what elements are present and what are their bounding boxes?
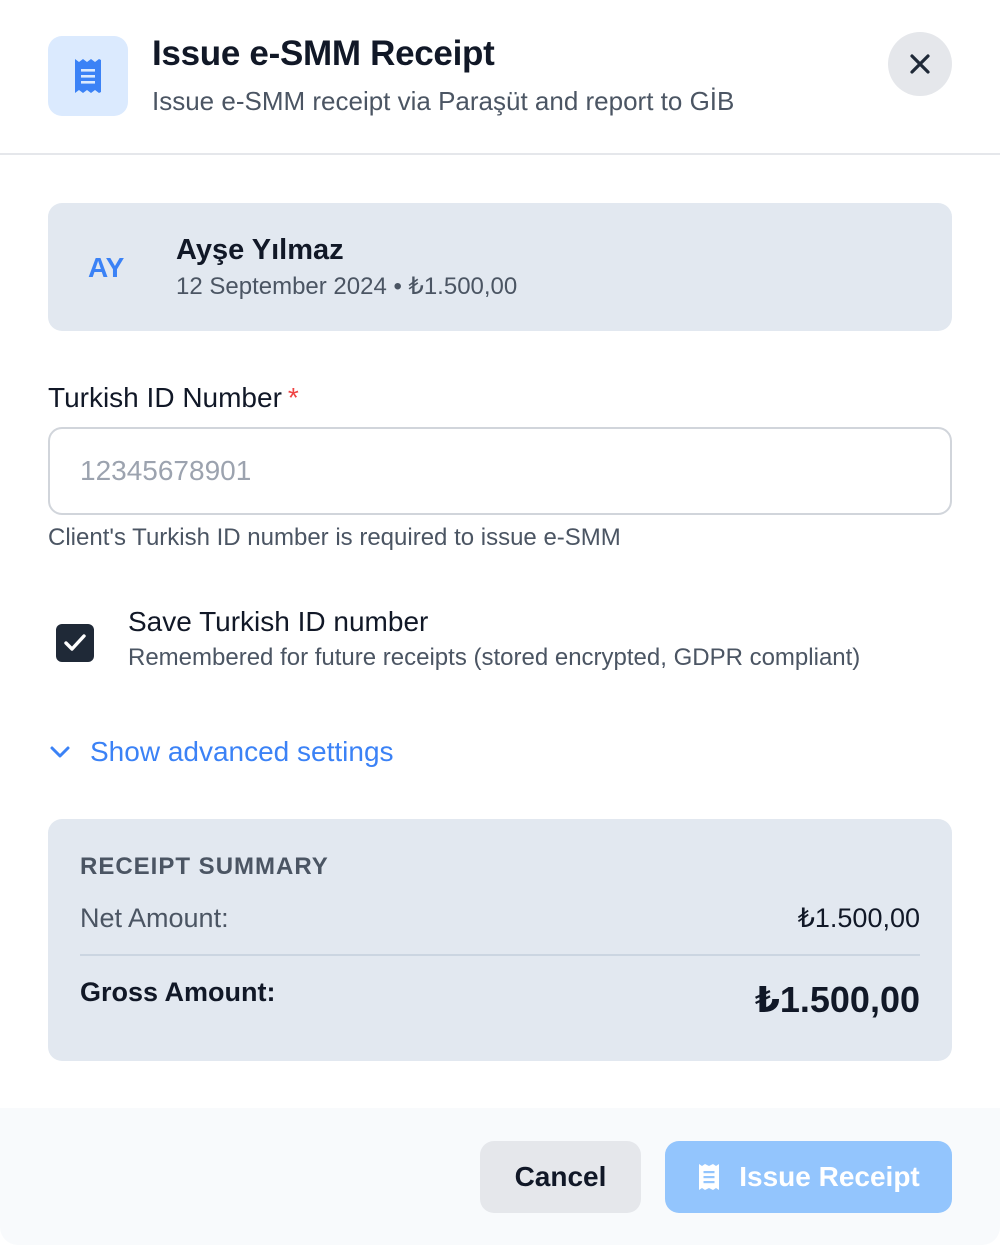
issue-receipt-label: Issue Receipt	[739, 1161, 920, 1192]
issue-receipt-dialog: Issue e-SMM Receipt Issue e-SMM receipt …	[0, 0, 1000, 1245]
dialog-title: Issue e-SMM Receipt	[152, 34, 495, 73]
cancel-button[interactable]: Cancel	[480, 1141, 641, 1213]
save-id-title: Save Turkish ID number	[128, 606, 429, 637]
gross-amount-label: Gross Amount:	[80, 977, 276, 1007]
turkish-id-label-text: Turkish ID Number	[48, 382, 282, 413]
check-icon	[64, 634, 86, 651]
receipt-summary: RECEIPT SUMMARY Net Amount: ₺1.500,00 Gr…	[48, 819, 952, 1061]
turkish-id-input[interactable]	[48, 427, 952, 515]
dialog-subtitle: Issue e-SMM receipt via Paraşüt and repo…	[152, 86, 735, 116]
close-button[interactable]	[888, 32, 952, 96]
close-icon	[910, 54, 930, 74]
dialog-footer: Cancel Issue Receipt	[0, 1108, 1000, 1245]
show-advanced-label: Show advanced settings	[90, 736, 394, 767]
client-card	[48, 203, 952, 331]
gross-amount-value: ₺1.500,00	[754, 979, 920, 1020]
avatar: AY	[88, 252, 125, 283]
summary-heading: RECEIPT SUMMARY	[80, 853, 329, 880]
save-id-checkbox[interactable]	[56, 624, 94, 662]
net-amount-label: Net Amount:	[80, 903, 229, 933]
save-id-description: Remembered for future receipts (stored e…	[128, 644, 861, 671]
client-name: Ayşe Yılmaz	[176, 234, 344, 266]
client-meta: 12 September 2024 • ₺1.500,00	[176, 273, 518, 300]
dialog-header: Issue e-SMM Receipt Issue e-SMM receipt …	[0, 0, 1000, 155]
turkish-id-label: Turkish ID Number *	[48, 382, 299, 414]
required-mark: *	[287, 382, 299, 413]
show-advanced-toggle[interactable]: Show advanced settings	[48, 734, 394, 770]
net-amount-value: ₺1.500,00	[797, 903, 920, 933]
issue-receipt-button[interactable]: Issue Receipt	[665, 1141, 952, 1213]
receipt-icon	[48, 36, 128, 116]
chevron-down-icon	[48, 740, 72, 764]
turkish-id-helper: Client's Turkish ID number is required t…	[48, 524, 621, 551]
receipt-icon	[697, 1162, 721, 1192]
summary-divider	[80, 954, 920, 956]
